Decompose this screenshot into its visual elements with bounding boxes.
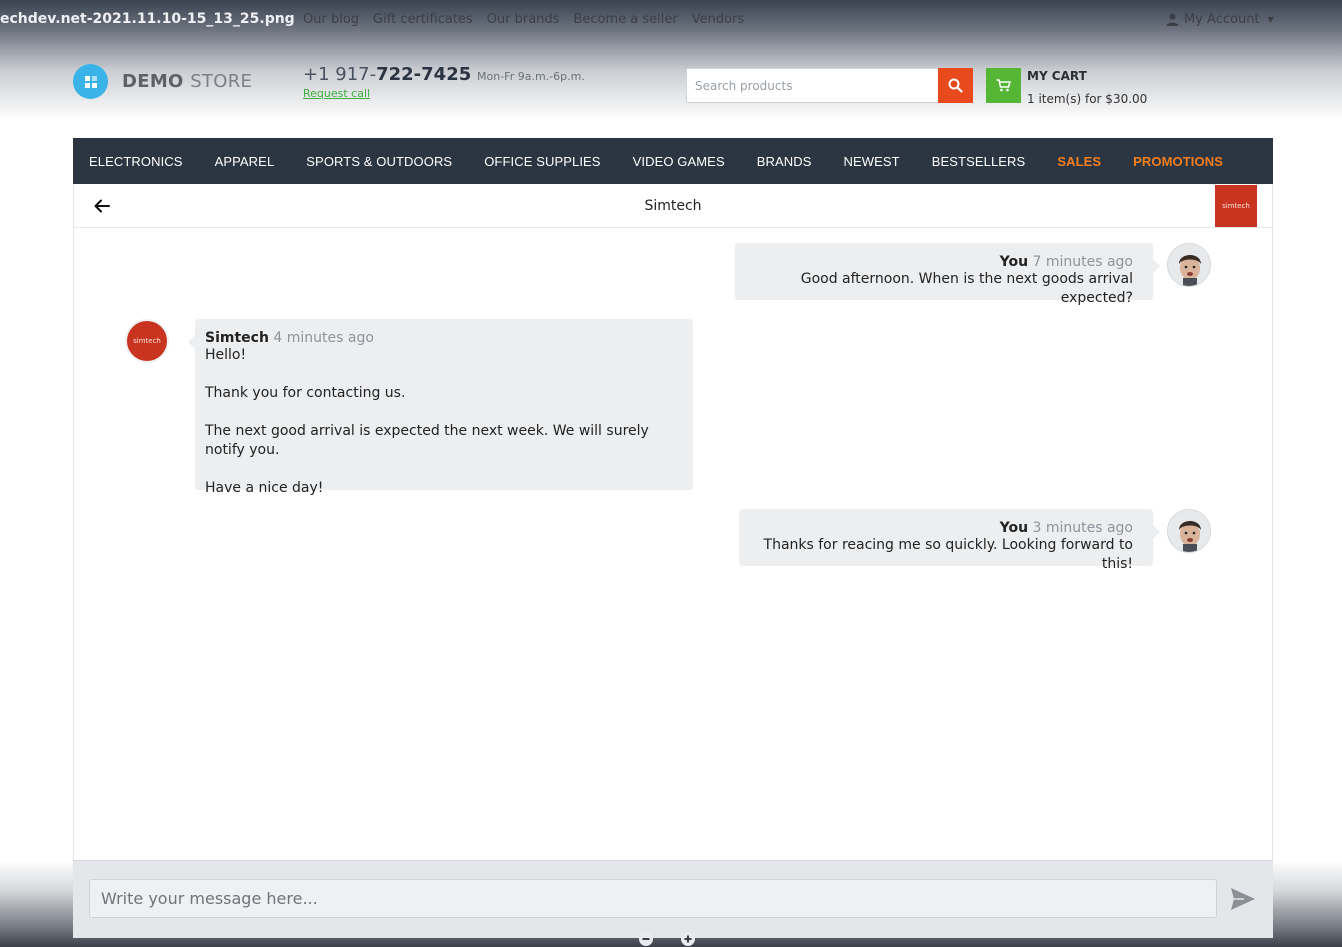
chat-message: You 3 minutes ago Thanks for reacing me … — [739, 509, 1153, 572]
nav-item-video-games[interactable]: VIDEO GAMES — [633, 154, 725, 169]
vendor-logo[interactable]: simtech — [1215, 185, 1257, 227]
message-text: Have a nice day! — [205, 480, 324, 496]
message-composer — [73, 860, 1273, 938]
chat-message: Simtech 4 minutes ago Hello! Thank you f… — [195, 319, 693, 496]
message-input[interactable] — [89, 879, 1217, 918]
message-tail — [1153, 259, 1160, 273]
user-avatar — [1167, 243, 1211, 287]
top-link-become-seller[interactable]: Become a seller — [573, 12, 677, 27]
message-text: Good afternoon. When is the next goods a… — [800, 271, 1133, 306]
message-author: You — [999, 520, 1029, 536]
top-link-vendors[interactable]: Vendors — [692, 12, 744, 27]
user-icon — [1166, 13, 1179, 26]
main-navigation: ELECTRONICS APPAREL SPORTS & OUTDOORS OF… — [73, 138, 1273, 184]
message-tail — [188, 335, 195, 349]
nav-item-bestsellers[interactable]: BESTSELLERS — [932, 154, 1026, 169]
nav-item-promotions[interactable]: PROMOTIONS — [1133, 154, 1223, 169]
top-link-gift-certificates[interactable]: Gift certificates — [373, 12, 473, 27]
logo-text: DEMO STORE — [122, 71, 252, 92]
my-account-label: My Account — [1184, 12, 1260, 27]
chat-message: You 7 minutes ago Good afternoon. When i… — [735, 243, 1153, 306]
top-link-brands[interactable]: Our brands — [487, 12, 560, 27]
message-time: 4 minutes ago — [273, 330, 374, 346]
chevron-down-icon: ▼ — [1267, 15, 1274, 24]
message-time: 3 minutes ago — [1032, 520, 1133, 536]
logo-text-light: STORE — [190, 71, 253, 92]
search-icon — [948, 78, 963, 93]
message-author: Simtech — [205, 330, 269, 346]
nav-item-newest[interactable]: NEWEST — [844, 154, 900, 169]
top-link-blog[interactable]: Our blog — [303, 12, 359, 27]
search-button[interactable] — [938, 68, 973, 103]
search-form — [686, 68, 973, 103]
send-icon[interactable] — [1230, 887, 1256, 911]
nav-item-apparel[interactable]: APPAREL — [215, 154, 275, 169]
user-avatar — [1167, 509, 1211, 553]
nav-item-electronics[interactable]: ELECTRONICS — [89, 154, 183, 169]
chat-panel: Simtech simtech You 7 minutes ago Good a… — [73, 184, 1273, 860]
cart-title: MY CART — [1027, 69, 1087, 83]
phone-number: 722-7425 — [376, 64, 472, 85]
message-text: Hello! — [205, 347, 247, 363]
zoom-out-icon[interactable] — [638, 931, 654, 947]
message-time: 7 minutes ago — [1032, 254, 1133, 270]
chat-title: Simtech — [644, 198, 702, 214]
nav-item-office-supplies[interactable]: OFFICE SUPPLIES — [484, 154, 600, 169]
message-tail — [1153, 525, 1160, 539]
store-header: DEMO STORE +1 917-722-7425 Mon-Fr 9a.m.-… — [0, 40, 1342, 138]
logo-text-bold: DEMO — [122, 71, 184, 92]
cart-summary: 1 item(s) for $30.00 — [1027, 92, 1148, 106]
message-text: Thank you for contacting us. — [205, 385, 406, 401]
vendor-avatar: simtech — [125, 319, 169, 363]
top-bar: echdev.net-2021.11.10-15_13_25.png Our b… — [0, 0, 1342, 39]
nav-item-brands[interactable]: BRANDS — [757, 154, 812, 169]
logo-icon — [73, 64, 108, 99]
cart-widget[interactable]: MY CART 1 item(s) for $30.00 — [986, 68, 1147, 106]
my-account-menu[interactable]: My Account ▼ — [1166, 12, 1274, 27]
chat-header: Simtech simtech — [74, 184, 1272, 228]
nav-item-sales[interactable]: SALES — [1057, 154, 1101, 169]
store-logo[interactable]: DEMO STORE — [73, 64, 252, 99]
top-links: Our blog Gift certificates Our brands Be… — [303, 12, 744, 27]
message-text: The next good arrival is expected the ne… — [205, 423, 649, 458]
phone-hours: Mon-Fr 9a.m.-6p.m. — [477, 70, 585, 83]
window-filename: echdev.net-2021.11.10-15_13_25.png — [0, 11, 295, 27]
nav-item-sports-outdoors[interactable]: SPORTS & OUTDOORS — [306, 154, 452, 169]
message-author: You — [999, 254, 1029, 270]
search-input[interactable] — [686, 68, 938, 103]
message-text: Thanks for reacing me so quickly. Lookin… — [763, 537, 1133, 572]
zoom-in-icon[interactable] — [680, 931, 696, 947]
request-call-link[interactable]: Request call — [303, 87, 370, 100]
phone-block: +1 917-722-7425 Mon-Fr 9a.m.-6p.m. — [303, 64, 585, 85]
phone-prefix: +1 917- — [303, 64, 377, 85]
cart-icon — [986, 68, 1021, 103]
